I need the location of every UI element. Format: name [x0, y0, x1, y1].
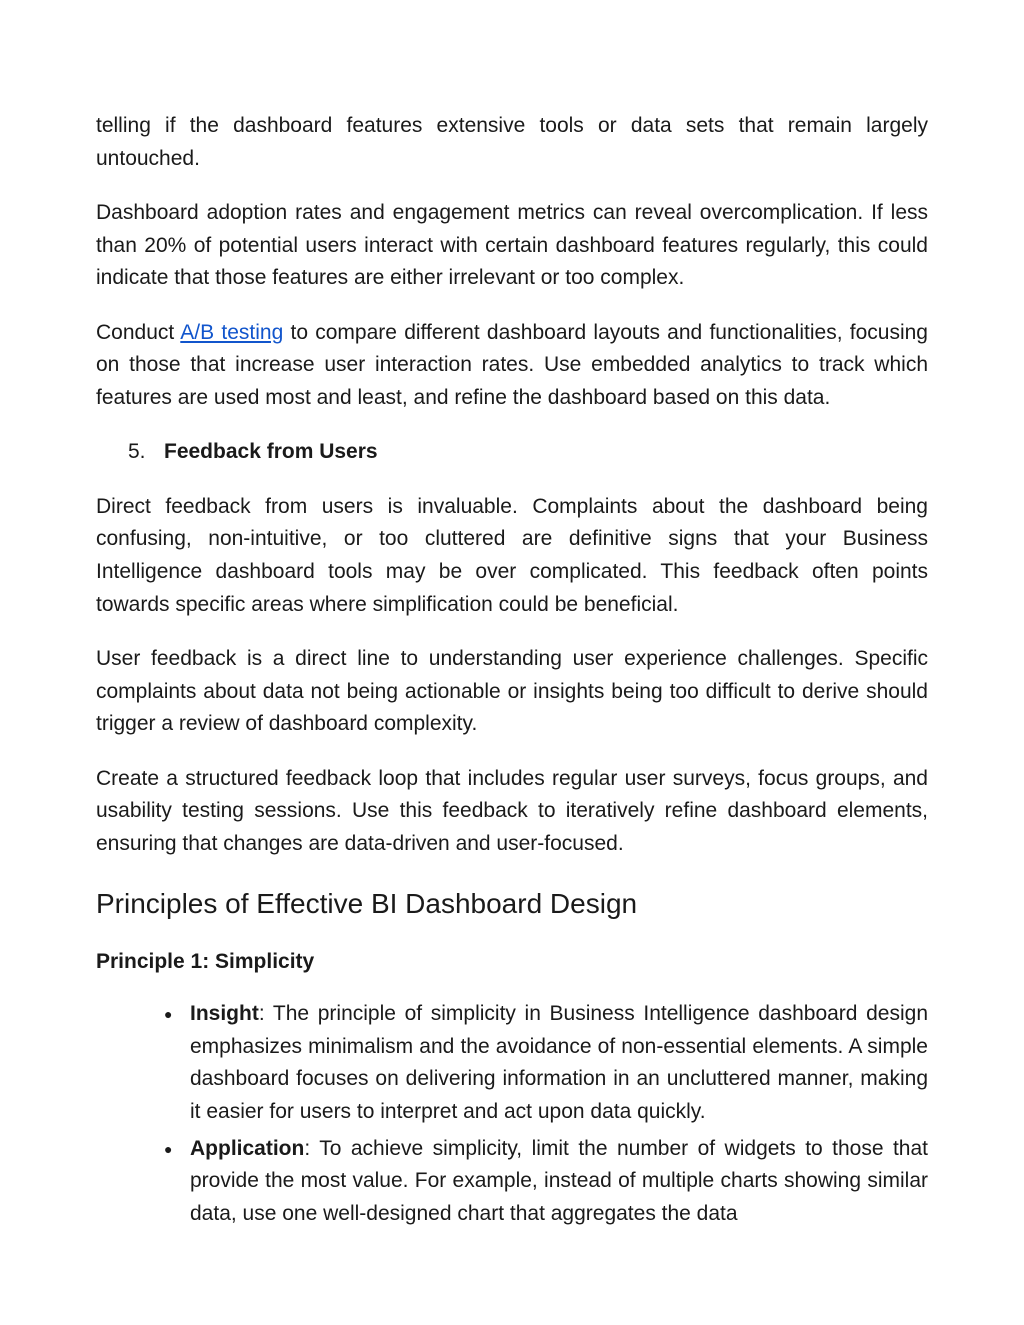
list-item-label: Feedback from Users	[164, 440, 378, 463]
body-paragraph: Conduct A/B testing to compare different…	[96, 317, 928, 415]
bullet-label-application: Application	[190, 1137, 304, 1160]
ab-testing-link[interactable]: A/B testing	[180, 321, 283, 344]
list-item-5-feedback: 5. Feedback from Users	[164, 436, 928, 469]
text-fragment: Conduct	[96, 321, 180, 344]
principle-1-title: Principle 1: Simplicity	[96, 946, 928, 979]
body-paragraph: Direct feedback from users is invaluable…	[96, 491, 928, 621]
section-heading-principles: Principles of Effective BI Dashboard Des…	[96, 882, 928, 925]
list-item: Insight: The principle of simplicity in …	[164, 998, 928, 1128]
bullet-label-insight: Insight	[190, 1002, 259, 1025]
list-item: Application: To achieve simplicity, limi…	[164, 1133, 928, 1231]
body-paragraph: Create a structured feedback loop that i…	[96, 763, 928, 861]
body-paragraph: Dashboard adoption rates and engagement …	[96, 197, 928, 295]
list-number: 5.	[128, 436, 146, 469]
bullet-text: : The principle of simplicity in Busines…	[190, 1002, 928, 1123]
body-paragraph: User feedback is a direct line to unders…	[96, 643, 928, 741]
body-paragraph: telling if the dashboard features extens…	[96, 110, 928, 175]
principle-1-bullets: Insight: The principle of simplicity in …	[164, 998, 928, 1230]
